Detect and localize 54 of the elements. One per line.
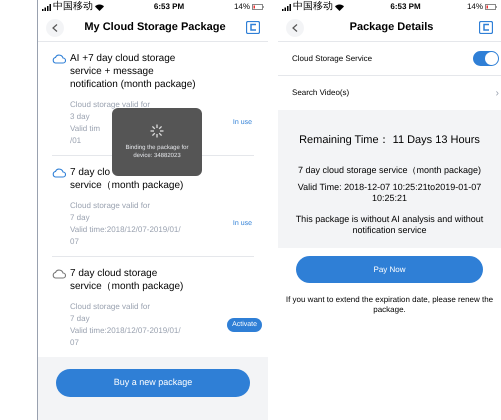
validity-text: Valid time:2018/12/07-2019/01/ (70, 325, 181, 337)
battery-icon (485, 4, 497, 10)
detail-text: Valid Time: 2018-12-07 10:25:21to2019-01-07 10:25:21 (296, 182, 482, 204)
detail-text: This package is without AI analysis and without notification service (294, 214, 484, 236)
validity-text: /01 (70, 135, 82, 147)
spinner-icon (150, 124, 164, 138)
toggle-switch[interactable] (473, 51, 499, 66)
package-title: service（month package) (70, 179, 184, 192)
remaining-time: Remaining Time： 11 Days 13 Hours (299, 133, 480, 148)
detail-text: 7 day cloud storage service（month package) (298, 164, 482, 176)
setting-label: Search Video(s) (292, 87, 350, 99)
validity-text: Cloud storage valid for (70, 200, 150, 212)
package-title: AI +7 day cloud storage (70, 52, 176, 65)
validity-text: 07 (70, 236, 79, 248)
renewal-note: If you want to extend the expiration date, please renew the package. (284, 295, 494, 315)
setting-label: Cloud Storage Service (292, 52, 372, 64)
cloud-icon (52, 269, 66, 279)
back-button[interactable] (286, 18, 304, 36)
package-title: service + message (70, 65, 154, 78)
validity-text: 7 day (70, 212, 90, 224)
package-title: 7 day clo (70, 166, 110, 179)
package-icon[interactable] (246, 21, 260, 34)
validity-text: 3 day (70, 111, 90, 123)
validity-text: 07 (70, 337, 79, 349)
cloud-icon (52, 54, 66, 64)
carrier-name: 中国移动 (53, 2, 93, 12)
pay-now-button[interactable]: Pay Now (296, 256, 483, 283)
validity-text: Valid tim (70, 123, 100, 135)
back-button[interactable] (46, 18, 64, 36)
validity-text: Cloud storage valid for (70, 301, 150, 313)
cloud-icon (52, 168, 66, 178)
validity-text: 7 day (70, 313, 90, 325)
signal-icon (282, 4, 291, 10)
package-title: notification (month package) (70, 78, 196, 91)
screen-title: My Cloud Storage Package (84, 20, 226, 36)
battery-percent: 14% (466, 1, 483, 13)
wifi-icon (335, 4, 344, 10)
validity-text: Cloud storage valid for (70, 99, 150, 111)
package-title: service（month package) (70, 280, 184, 293)
package-icon[interactable] (479, 21, 493, 34)
signal-icon (42, 4, 51, 10)
carrier-name: 中国移动 (293, 2, 333, 12)
battery-percent: 14% (234, 1, 250, 13)
buy-package-button[interactable]: Buy a new package (56, 369, 250, 397)
chevron-icon: › (496, 86, 499, 100)
back-icon (52, 24, 58, 32)
status-time: 6:53 PM (390, 1, 421, 13)
package-title: 7 day cloud storage (70, 267, 158, 280)
screen-title: Package Details (350, 20, 434, 36)
back-icon (292, 24, 298, 32)
status-time: 6:53 PM (154, 1, 184, 13)
validity-text: Valid time:2018/12/07-2019/01/ (70, 224, 181, 236)
battery-icon (252, 4, 264, 10)
wifi-icon (95, 4, 104, 10)
